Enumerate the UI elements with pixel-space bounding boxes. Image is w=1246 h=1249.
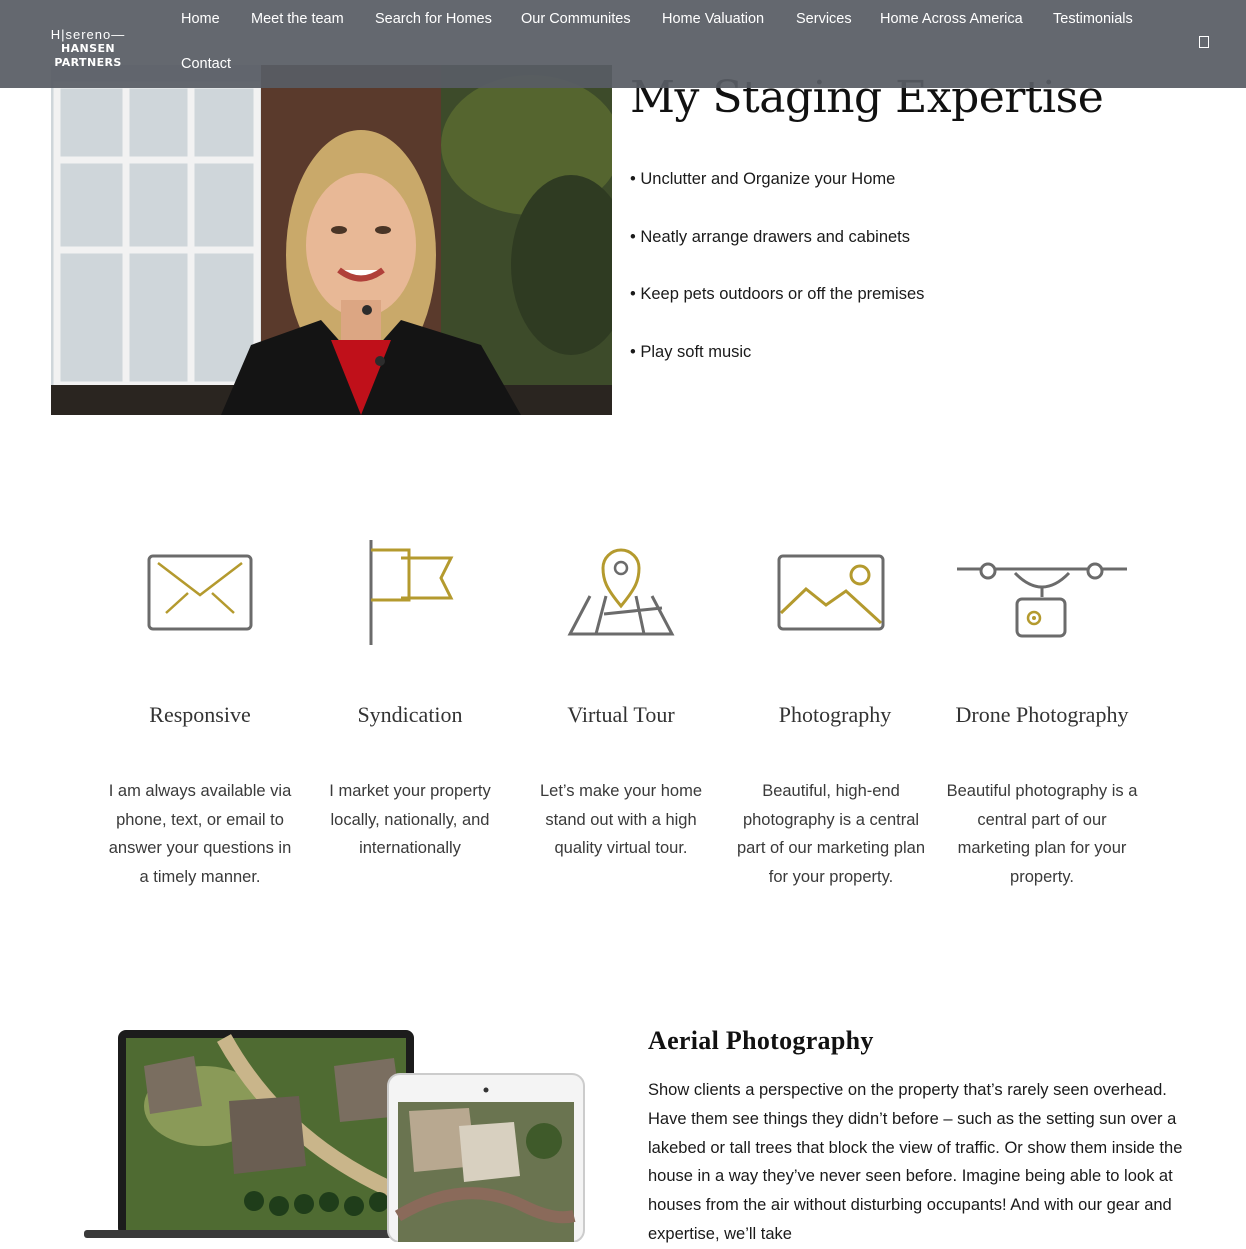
- staging-bullet: • Keep pets outdoors or off the premises: [630, 285, 925, 303]
- site-header: H|sereno— HANSEN PARTNERS Home Meet the …: [0, 0, 1246, 88]
- nav-home[interactable]: Home: [181, 11, 220, 27]
- feature-title: Responsive: [149, 702, 251, 727]
- nav-home-across-america[interactable]: Home Across America: [880, 11, 1023, 27]
- staging-bullet: • Neatly arrange drawers and cabinets: [630, 228, 911, 246]
- devices-mockup: [84, 1026, 594, 1243]
- laptop-tablet-illustration: [84, 1030, 585, 1243]
- drone-icon: [957, 562, 1127, 638]
- aerial-description: Show clients a perspective on the proper…: [648, 1081, 1183, 1243]
- feature-title: Photography: [778, 702, 892, 727]
- nav-our-communities[interactable]: Our Communites: [521, 11, 631, 27]
- logo-line-1: H|sereno—: [50, 27, 126, 42]
- feature-description: I market your property locally, national…: [329, 782, 491, 858]
- feature-description: I am always available via phone, text, o…: [108, 782, 292, 887]
- logo-line-2: HANSEN PARTNERS: [54, 42, 122, 69]
- site-logo[interactable]: H|sereno— HANSEN PARTNERS: [26, 28, 150, 70]
- map-pin-icon: [567, 548, 675, 636]
- feature-description: Beautiful, high-end photography is a cen…: [736, 782, 926, 887]
- nav-search-for-homes[interactable]: Search for Homes: [375, 11, 492, 27]
- feature-title: Virtual Tour: [567, 702, 675, 727]
- flag-icon: [369, 540, 454, 645]
- nav-services[interactable]: Services: [796, 11, 852, 27]
- menu-toggle-icon[interactable]: [1199, 36, 1209, 48]
- nav-contact[interactable]: Contact: [181, 56, 231, 72]
- agent-portrait: [51, 65, 612, 415]
- feature-description: Let’s make your home stand out with a hi…: [539, 782, 703, 858]
- nav-meet-the-team[interactable]: Meet the team: [251, 11, 344, 27]
- portrait-illustration: [51, 65, 612, 415]
- aerial-title: Aerial Photography: [648, 1026, 874, 1055]
- staging-bullet: • Play soft music: [630, 343, 752, 361]
- nav-testimonials[interactable]: Testimonials: [1053, 11, 1133, 27]
- staging-bullet: • Unclutter and Organize your Home: [630, 170, 896, 188]
- envelope-icon: [147, 554, 253, 631]
- nav-home-valuation[interactable]: Home Valuation: [662, 11, 764, 27]
- feature-title: Syndication: [357, 702, 463, 727]
- feature-description: Beautiful photography is a central part …: [946, 782, 1138, 887]
- image-icon: [777, 554, 885, 631]
- feature-title: Drone Photography: [955, 702, 1129, 727]
